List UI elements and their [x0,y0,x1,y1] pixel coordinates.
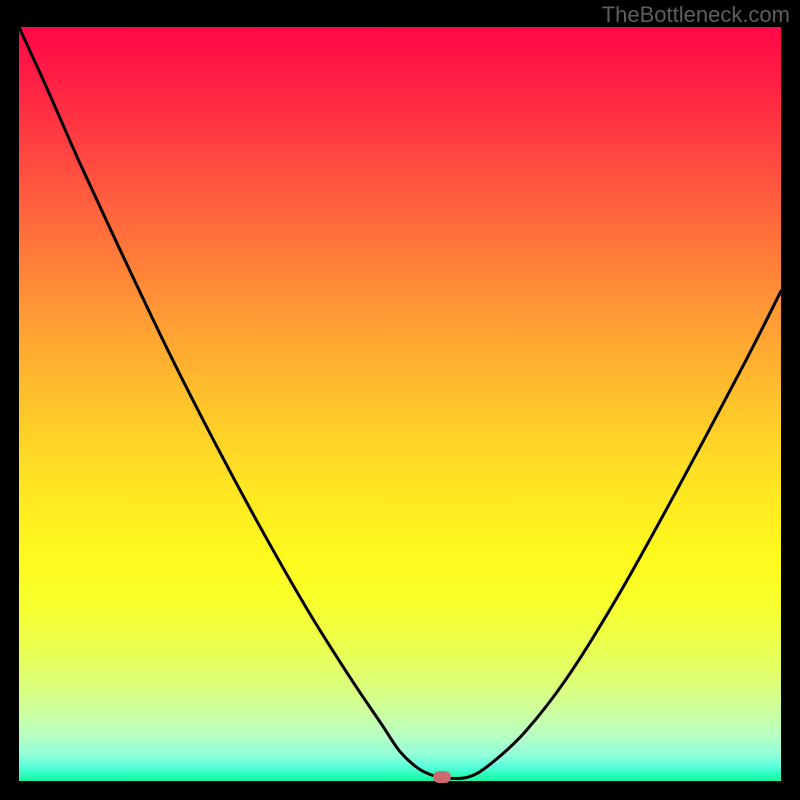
plot-area [19,27,781,781]
chart-container: TheBottleneck.com [0,0,800,800]
optimal-point-marker [433,771,451,783]
bottleneck-curve-path [19,27,781,779]
watermark-text: TheBottleneck.com [602,2,790,28]
curve-svg [19,27,781,781]
